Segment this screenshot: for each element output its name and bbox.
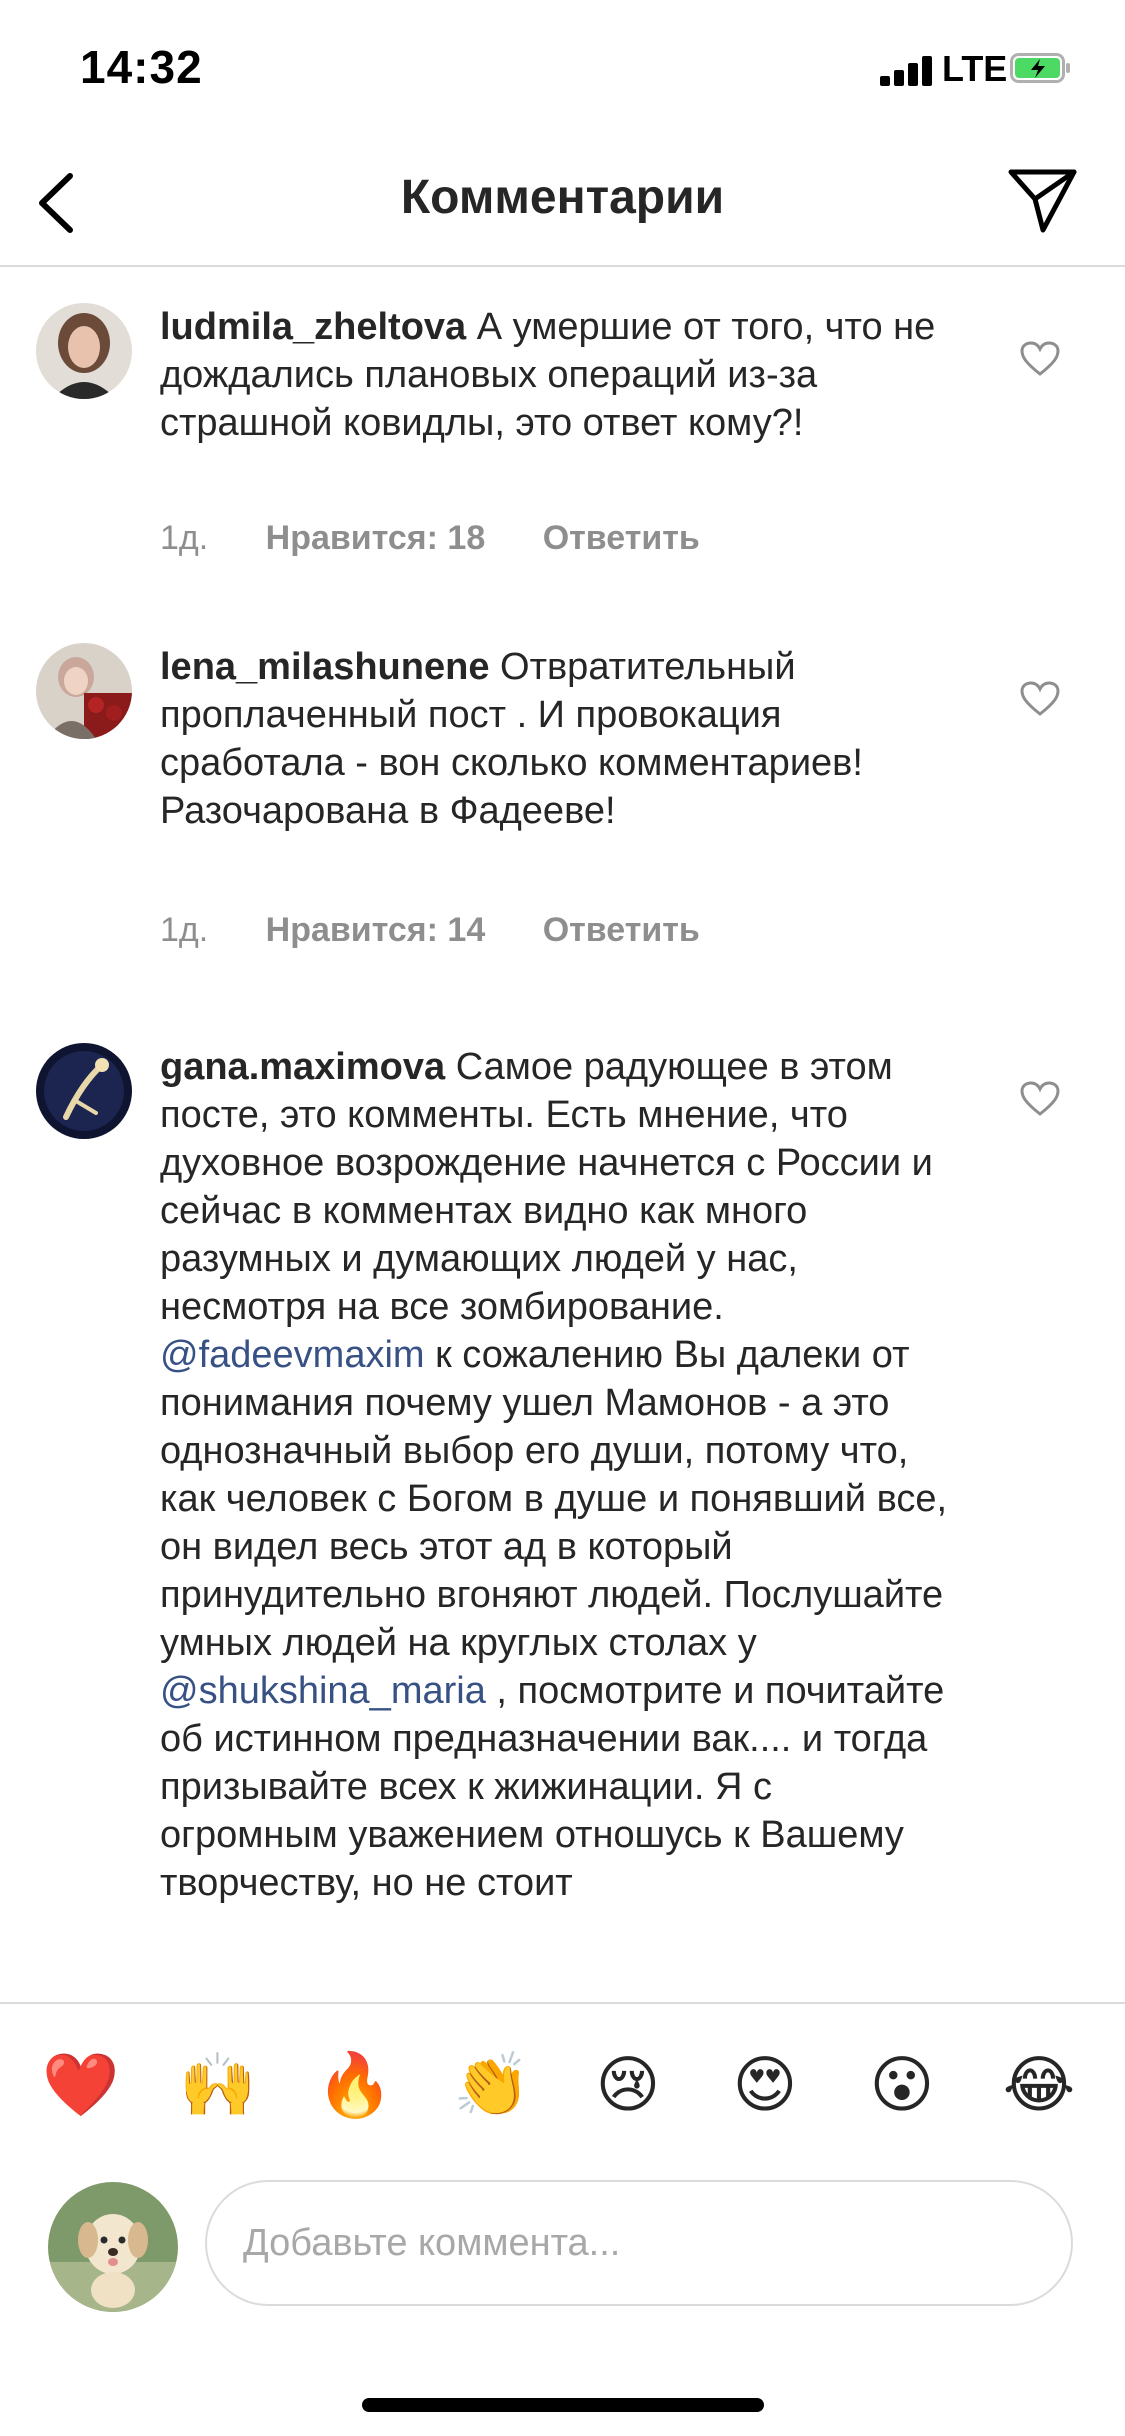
header: Комментарии [0,140,1125,267]
comment-likes-count[interactable]: Нравится: 14 [266,911,486,949]
heart-icon[interactable] [1020,341,1060,377]
signal-icon [880,56,934,86]
avatar[interactable] [36,303,132,399]
reply-button[interactable]: Ответить [543,519,700,557]
status-bar: 14:32 LTE [0,0,1125,140]
heart-icon[interactable] [1020,681,1060,717]
surprised-emoji-button[interactable]: 😮 [864,2048,940,2124]
crying-emoji-button[interactable]: 😢 [590,2048,666,2124]
comment-composer [0,2172,1125,2322]
raising-hands-emoji-button[interactable]: 🙌 [179,2048,256,2124]
mention-link[interactable]: @shukshina_maria [160,1670,486,1712]
comment-item: lena_milashunene Отвратительный проплаче… [0,607,1125,1007]
fire-emoji-button[interactable]: 🔥 [316,2048,393,2124]
battery-icon [1010,53,1070,83]
comment-username[interactable]: gana.maximova [160,1046,445,1088]
comment-text: lena_milashunene Отвратительный проплаче… [160,643,960,835]
comment-time: 1д. [160,519,209,557]
paper-plane-icon[interactable] [1005,162,1080,237]
comment-text: gana.maximova Самое радующее в этом пост… [160,1043,960,1907]
emoji-quick-bar: ❤️ 🙌 🔥 👏 😢 😍 😮 😂 [0,2002,1125,2174]
comment-meta: 1д. Нравится: 14 Ответить [160,911,748,950]
comment-input[interactable] [205,2180,1073,2306]
heart-icon[interactable] [1020,1081,1060,1117]
comment-message: Самое радующее в этом посте, это коммент… [160,1046,933,1328]
my-avatar[interactable] [48,2182,178,2312]
reply-button[interactable]: Ответить [543,911,700,949]
heart-emoji-button[interactable]: ❤️ [42,2048,119,2124]
comment-username[interactable]: lena_milashunene [160,646,489,688]
page-title: Комментарии [400,171,725,224]
comment-likes-count[interactable]: Нравится: 18 [266,519,486,557]
clapping-emoji-button[interactable]: 👏 [453,2048,530,2124]
comment-username[interactable]: ludmila_zheltova [160,306,466,348]
avatar[interactable] [36,643,132,739]
avatar[interactable] [36,1043,132,1139]
mention-link[interactable]: @fadeevmaxim [160,1334,425,1376]
status-time: 14:32 [80,41,203,93]
comment-text: ludmila_zheltova А умершие от того, что … [160,303,960,447]
heart-eyes-emoji-button[interactable]: 😍 [727,2048,803,2124]
comment-time: 1д. [160,911,209,949]
comment-item: ludmila_zheltova А умершие от того, что … [0,267,1125,607]
comment-message: к сожалению Вы далеки от понимания почем… [160,1334,948,1664]
laughing-emoji-button[interactable]: 😂 [1001,2048,1077,2124]
network-type: LTE [942,48,1008,89]
comment-meta: 1д. Нравится: 18 Ответить [160,519,748,558]
comments-list[interactable]: ludmila_zheltova А умершие от того, что … [0,267,1125,2002]
comment-item: gana.maximova Самое радующее в этом пост… [0,1007,1125,2002]
home-indicator[interactable] [362,2398,764,2412]
